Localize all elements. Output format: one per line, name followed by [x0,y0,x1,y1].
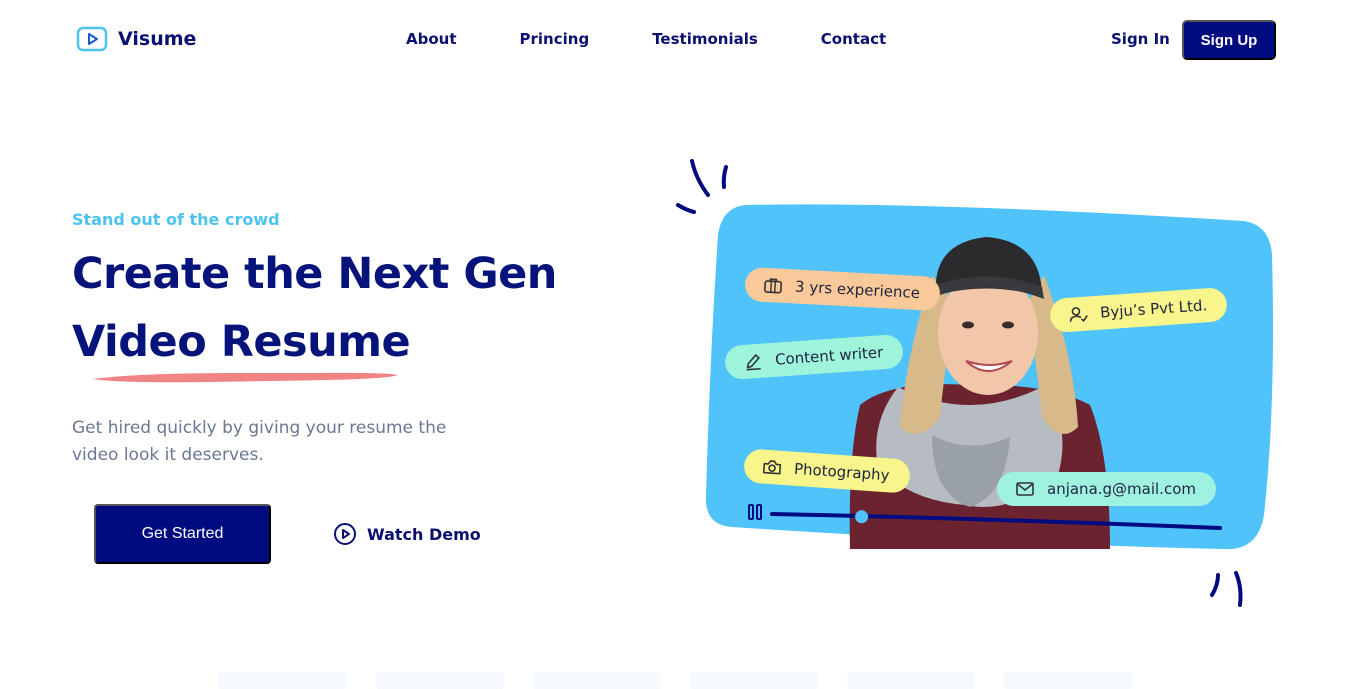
mail-icon [1016,482,1034,496]
nav-link-about[interactable]: About [406,30,457,48]
partner-logo [376,672,504,689]
progress-handle [855,510,869,524]
pen-icon [746,354,761,371]
watch-demo-label: Watch Demo [367,524,481,544]
brush-underline [92,372,398,383]
chip-email-label: anjana.g@mail.com [1047,480,1196,498]
sparkle-stroke [690,159,710,197]
sign-up-button[interactable]: Sign Up [1182,20,1276,60]
brand-logo[interactable]: Visume [76,26,196,52]
play-square-icon [76,26,108,52]
headline-line-1: Create the Next Gen [72,249,557,299]
chip-experience-label: 3 yrs experience [794,277,921,303]
partner-logos-strip [0,672,1351,689]
sparkle-stroke [676,203,696,214]
partner-logo [690,672,818,689]
chip-hobby-label: Photography [793,459,891,485]
video-progress-bar[interactable] [770,506,1222,532]
hero-tagline: Stand out of the crowd [72,210,280,229]
video-resume-illustration [676,159,1273,607]
briefcase-icon [764,278,782,294]
sign-in-link[interactable]: Sign In [1111,30,1170,48]
hero-headline: Create the Next Gen Video Resume [72,240,592,376]
nav-links: About Princing Testimonials Contact [406,30,886,48]
sparkle-stroke [721,165,728,189]
sparkle-stroke [1210,573,1220,597]
headline-line-2: Video Resume [72,317,411,367]
navbar: Visume About Princing Testimonials Conta… [0,0,1351,80]
watch-demo-button[interactable]: Watch Demo [333,522,481,546]
play-circle-icon [334,523,356,545]
user-check-icon [1069,307,1088,323]
get-started-button[interactable]: Get Started [94,504,271,564]
nav-link-pricing[interactable]: Princing [520,30,590,48]
hero-subtext: Get hired quickly by giving your resume … [72,418,447,465]
partner-logo [533,672,661,689]
partner-logo [847,672,975,689]
chip-email: anjana.g@mail.com [997,472,1216,506]
chip-company-label: Byju’s Pvt Ltd. [1099,296,1208,322]
chip-role-label: Content writer [774,343,884,369]
camera-icon [762,460,782,475]
partner-logo [1004,672,1132,689]
nav-link-contact[interactable]: Contact [821,30,886,48]
brand-name: Visume [118,28,197,50]
nav-link-testimonials[interactable]: Testimonials [652,30,758,48]
sparkle-stroke [1234,571,1243,607]
partner-logo [218,672,346,689]
pause-icon[interactable] [748,504,762,520]
